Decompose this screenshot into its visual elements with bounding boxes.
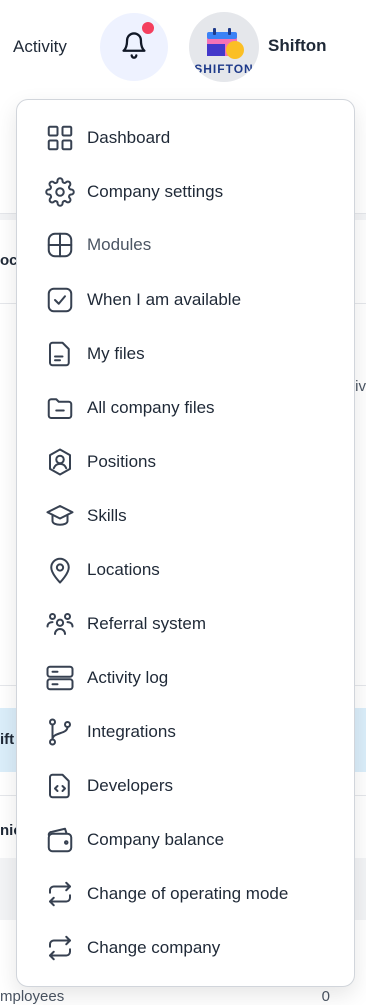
menu-item-label: All company files [87, 398, 215, 417]
menu-item-label: Company balance [87, 830, 225, 849]
map-pin-icon [44, 554, 76, 586]
menu-item-all-company-files[interactable]: All company files [17, 381, 354, 435]
bg-text-fragment: oc [0, 252, 18, 269]
server-icon [44, 662, 76, 694]
menu-item-modules[interactable]: Modules [17, 218, 354, 272]
bg-text-fragment: 0 [321, 988, 330, 1005]
menu-item-skills[interactable]: Skills [17, 489, 354, 543]
menu-item-label: Skills [87, 506, 127, 525]
menu-item-label: Modules [87, 235, 152, 254]
graduation-cap-icon [44, 500, 76, 532]
menu-item-integrations[interactable]: Integrations [17, 705, 354, 759]
menu-item-company-balance[interactable]: Company balance [17, 813, 354, 867]
grid-icon [44, 122, 76, 154]
menu-item-label: Integrations [87, 722, 176, 741]
avatar-text: SHIFTON [194, 62, 254, 76]
check-square-icon [44, 284, 76, 316]
menu-item-label: My files [87, 344, 145, 363]
bg-text-fragment: mployees [0, 988, 65, 1005]
modules-icon [44, 229, 76, 261]
swap-icon [44, 878, 76, 910]
menu-item-label: Change company [87, 938, 221, 957]
menu-item-when-i-am-available[interactable]: When I am available [17, 273, 354, 327]
top-bar: Activity SHIFTON Shifton [0, 0, 366, 96]
menu-item-company-settings[interactable]: Company settings [17, 165, 354, 219]
menu-item-label: Referral system [87, 614, 207, 633]
user-shield-icon [44, 446, 76, 478]
menu-item-my-files[interactable]: My files [17, 327, 354, 381]
folder-icon [44, 392, 76, 424]
menu-item-label: Developers [87, 776, 173, 795]
menu-item-referral-system[interactable]: Referral system [17, 597, 354, 651]
activity-link[interactable]: Activity [13, 37, 67, 57]
user-dropdown-menu: Dashboard Company settings Modules When … [16, 99, 355, 987]
file-icon [44, 338, 76, 370]
menu-item-label: Dashboard [87, 128, 171, 147]
wallet-icon [44, 824, 76, 856]
menu-item-label: When I am available [87, 290, 242, 309]
menu-item-label: Change of operating mode [87, 884, 289, 903]
git-branch-icon [44, 716, 76, 748]
users-icon [44, 608, 76, 640]
menu-item-positions[interactable]: Positions [17, 435, 354, 489]
gear-icon [44, 176, 76, 208]
menu-item-label: Company settings [87, 182, 224, 201]
menu-item-locations[interactable]: Locations [17, 543, 354, 597]
company-avatar[interactable]: SHIFTON [189, 12, 259, 82]
menu-item-dashboard[interactable]: Dashboard [17, 111, 354, 165]
user-name[interactable]: Shifton [268, 36, 327, 56]
notifications-button[interactable] [100, 13, 168, 81]
menu-item-change-company[interactable]: Change company [17, 921, 354, 975]
menu-item-change-of-operating-mode[interactable]: Change of operating mode [17, 867, 354, 921]
swap-icon [44, 932, 76, 964]
code-file-icon [44, 770, 76, 802]
calendar-logo-icon [207, 28, 244, 59]
menu-item-label: Positions [87, 452, 156, 471]
menu-item-developers[interactable]: Developers [17, 759, 354, 813]
menu-item-label: Activity log [87, 668, 169, 687]
notification-dot [140, 20, 156, 36]
bg-text-fragment: ift [0, 731, 15, 748]
menu-item-activity-log[interactable]: Activity log [17, 651, 354, 705]
menu-item-label: Locations [87, 560, 160, 579]
